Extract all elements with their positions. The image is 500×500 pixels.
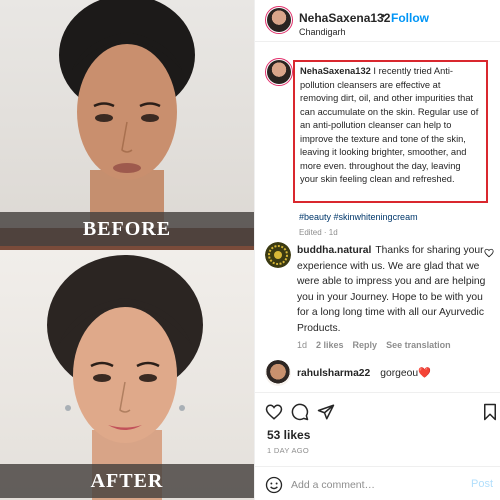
- smiley-icon[interactable]: [265, 476, 283, 494]
- after-label: AFTER: [0, 464, 254, 498]
- post-caption: NehaSaxena132 I recently tried Anti-poll…: [293, 60, 488, 203]
- comment-buddha-natural: buddha.natural Thanks for sharing your ex…: [297, 243, 487, 336]
- post-location[interactable]: Chandigarh: [299, 27, 346, 37]
- heart-icon[interactable]: [484, 248, 494, 258]
- commenter-avatar-buddha-natural[interactable]: [265, 242, 291, 268]
- edited-timestamp: Edited · 1d: [299, 228, 338, 237]
- add-comment-row: Post: [255, 466, 500, 500]
- heart-emoji: ❤️: [418, 368, 431, 379]
- see-translation-button[interactable]: See translation: [386, 340, 451, 350]
- post-date: 1 DAY AGO: [267, 446, 310, 455]
- after-photo: [0, 250, 254, 500]
- post-comment-button[interactable]: Post: [471, 478, 493, 490]
- post-actions: [255, 392, 500, 432]
- post-details-panel: NehaSaxena132 • Follow Chandigarh NehaSa…: [254, 0, 500, 500]
- commenter-avatar-rahulsharma22[interactable]: [265, 360, 291, 386]
- post-header: NehaSaxena132 • Follow Chandigarh: [255, 0, 500, 42]
- comment-username[interactable]: buddha.natural: [297, 245, 371, 256]
- comment-username[interactable]: rahulsharma22: [297, 368, 370, 379]
- comment-meta: 1d 2 likes Reply See translation: [297, 340, 451, 350]
- hashtags[interactable]: #beauty #skinwhiteningcream: [299, 212, 418, 222]
- comment-rahulsharma22: rahulsharma22 gorgeou❤️: [297, 366, 487, 382]
- separator-dot: •: [381, 9, 386, 23]
- bookmark-icon[interactable]: [481, 403, 499, 421]
- before-label: BEFORE: [0, 212, 254, 246]
- heart-icon[interactable]: [265, 403, 283, 421]
- author-username[interactable]: NehaSaxena132: [299, 11, 390, 25]
- author-avatar[interactable]: [265, 6, 293, 34]
- add-comment-input[interactable]: [291, 478, 451, 492]
- comment-text: Thanks for sharing your experience with …: [297, 245, 486, 334]
- reply-button[interactable]: Reply: [353, 340, 378, 350]
- comment-text: gorgeou: [380, 368, 419, 379]
- comment-time: 1d: [297, 340, 308, 350]
- share-icon[interactable]: [317, 403, 335, 421]
- caption-username[interactable]: NehaSaxena132: [300, 66, 371, 76]
- caption-text: I recently tried Anti-pollution cleanser…: [300, 66, 479, 184]
- likes-count[interactable]: 53 likes: [267, 428, 310, 442]
- caption-author-avatar[interactable]: [265, 58, 293, 86]
- comment-likes[interactable]: 2 likes: [316, 340, 344, 350]
- post-media[interactable]: BEFORE AFTER: [0, 0, 254, 500]
- follow-button[interactable]: Follow: [391, 11, 429, 25]
- comment-icon[interactable]: [291, 403, 309, 421]
